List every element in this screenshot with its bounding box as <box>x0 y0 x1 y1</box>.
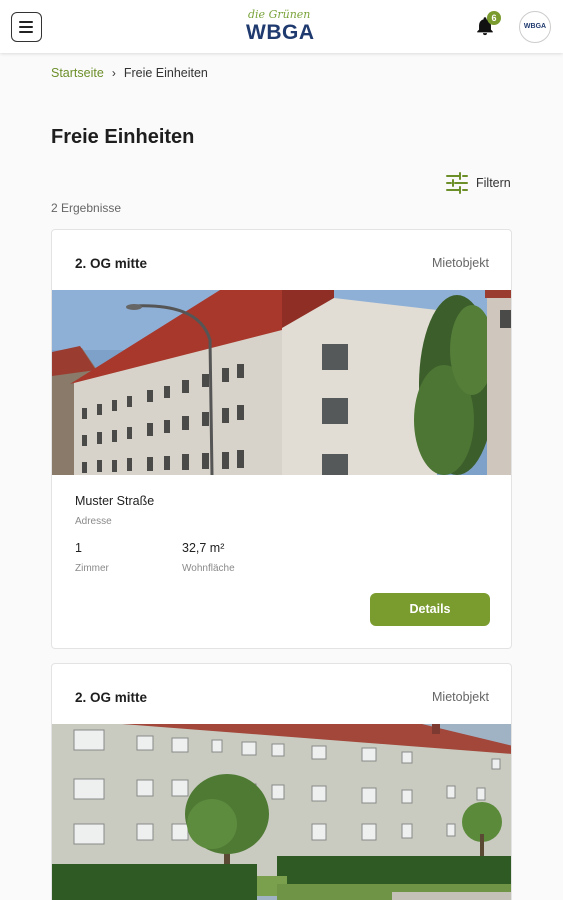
hamburger-icon-line <box>19 31 33 33</box>
listing-card[interactable]: 2. OG mitte Mietobjekt <box>51 229 512 649</box>
breadcrumb: Startseite › Freie Einheiten <box>51 66 208 80</box>
logo-word: WBGA <box>246 21 315 44</box>
breadcrumb-home-link[interactable]: Startseite <box>51 66 104 80</box>
hamburger-icon-line <box>19 26 33 28</box>
area-value: 32,7 m² <box>182 541 225 555</box>
breadcrumb-current: Freie Einheiten <box>123 66 208 80</box>
hamburger-icon-line <box>19 21 33 23</box>
app-header: die Grünen WBGA 6 WBGA <box>0 0 563 53</box>
listing-type: Mietobjekt <box>432 690 489 704</box>
address-value: Muster Straße <box>75 494 155 508</box>
listing-title: 2. OG mitte <box>75 256 148 271</box>
rooms-value: 1 <box>75 541 82 555</box>
notification-badge: 6 <box>487 11 501 25</box>
area-label: Wohnfläche <box>182 563 235 574</box>
building-photo <box>52 724 511 900</box>
building-photo <box>52 290 511 475</box>
listing-title: 2. OG mitte <box>75 690 148 705</box>
page-title: Freie Einheiten <box>51 126 195 148</box>
listing-card[interactable]: 2. OG mitte Mietobjekt <box>51 663 512 900</box>
chevron-right-icon: › <box>111 66 116 80</box>
listing-type: Mietobjekt <box>432 256 489 270</box>
logo-script-text: die Grünen <box>248 8 311 21</box>
filter-label: Filtern <box>476 176 511 190</box>
details-button[interactable]: Details <box>370 593 490 626</box>
avatar[interactable]: WBGA <box>519 11 551 43</box>
rooms-label: Zimmer <box>75 563 109 574</box>
filter-sliders-icon <box>446 172 468 194</box>
filter-button[interactable]: Filtern <box>445 171 511 195</box>
results-count: 2 Ergebnisse <box>51 201 122 215</box>
menu-button[interactable] <box>11 12 42 42</box>
wbga-logo[interactable]: die Grünen WBGA <box>244 8 320 46</box>
address-label: Adresse <box>75 516 112 527</box>
